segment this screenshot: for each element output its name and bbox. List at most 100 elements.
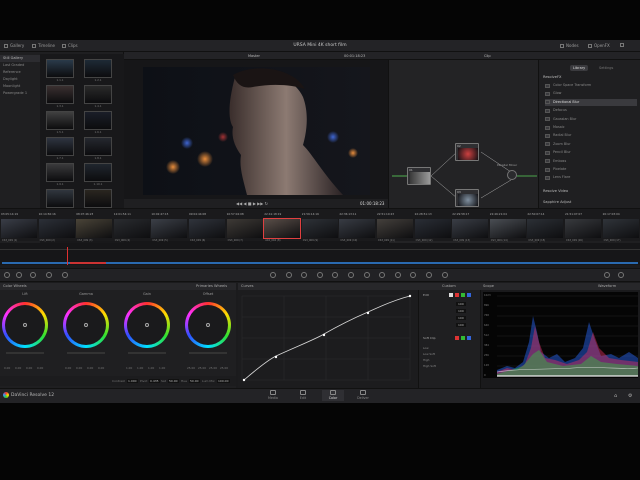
clip-thumbnail[interactable]: 22:51:10:23 CS3_009 (11) (377, 212, 413, 242)
tool-icon[interactable] (16, 272, 22, 278)
mini-timeline[interactable] (0, 243, 640, 265)
wheel-value[interactable]: 0.00 (4, 366, 10, 370)
clip-thumbnail[interactable]: 10:14:56:16 CS3_009 (2) (38, 212, 75, 242)
library-item[interactable]: Glow (545, 90, 637, 97)
contrast-value[interactable]: 1.000 (127, 379, 138, 383)
wheel-value[interactable]: 1.00 (126, 366, 132, 370)
tool-icon[interactable] (441, 272, 448, 278)
channel-red-toggle[interactable] (455, 293, 459, 297)
gallery-still[interactable]: 1.9.1 (46, 163, 74, 186)
wheel-value[interactable]: 0.00 (65, 366, 71, 370)
gallery-still[interactable]: 1.6.1 (84, 111, 112, 134)
curves-graph[interactable] (238, 290, 418, 382)
soft-clip-blue[interactable] (467, 336, 471, 340)
album-item[interactable]: Moonlight (0, 83, 40, 90)
clip-thumbnail[interactable]: 22:41:18:19 A16_004 (8) (263, 212, 302, 242)
wheel-value[interactable]: 0.00 (87, 366, 93, 370)
playhead[interactable] (67, 247, 68, 265)
lightbox-button[interactable] (620, 43, 624, 47)
nodes-button[interactable]: Nodes (560, 43, 579, 48)
node-02[interactable]: 02 (455, 143, 479, 161)
clip-thumbnail[interactable]: 22:50:07:14 CS3_009 (15) (527, 212, 564, 242)
hue-value[interactable]: 50.00 (189, 379, 200, 383)
library-item[interactable]: Mosaic (545, 124, 637, 131)
page-tab-edit[interactable]: Edit (292, 390, 314, 401)
curves-panel[interactable] (238, 290, 418, 388)
tab-library[interactable]: Library (570, 65, 589, 71)
clip-thumbnail[interactable]: 03:05:14:19 CS3_009 (1) (1, 212, 37, 242)
tool-icon[interactable] (363, 272, 370, 278)
transport-controls-icon[interactable]: ◀◀ ◀ ■ ▶ ▶▶ ↻ (236, 201, 268, 206)
wheel-value[interactable]: 25.00 (187, 366, 195, 370)
tool-icon[interactable] (604, 272, 610, 278)
wheel-puck[interactable] (206, 323, 210, 327)
viewer-frame[interactable] (143, 67, 370, 195)
album-item[interactable]: Last Graded (0, 62, 40, 69)
wheel-puck[interactable] (84, 323, 88, 327)
gallery-still[interactable]: 1.11.1 (46, 189, 74, 212)
gallery-still[interactable]: 1.10.1 (84, 163, 112, 186)
sat-value[interactable]: 50.00 (168, 379, 179, 383)
clip-thumbnail[interactable]: 21:51:07:07 CS3_009 (16) (565, 212, 601, 242)
lum-mix-value[interactable]: 100.00 (217, 379, 230, 383)
color-wheel-gamma[interactable] (63, 302, 109, 348)
wheel-value[interactable]: 1.00 (159, 366, 165, 370)
wheel-value[interactable]: 25.00 (198, 366, 206, 370)
openfx-button[interactable]: OpenFX (588, 43, 610, 48)
clip-thumbnail[interactable]: 20:17:03:04 CS3_009 (17) (602, 212, 639, 242)
custom-value[interactable]: 100 (456, 323, 466, 327)
master-wheel-slider[interactable] (128, 352, 166, 354)
wheel-value[interactable]: 0.00 (98, 366, 104, 370)
tool-icon[interactable] (348, 272, 354, 278)
gallery-still[interactable]: 1.8.1 (84, 137, 112, 160)
wheels-mode-select[interactable]: Primaries Wheels (196, 283, 227, 290)
library-item[interactable]: Radial Blur (545, 132, 637, 139)
library-item[interactable]: Directional Blur (545, 98, 637, 106)
custom-value[interactable]: 100 (456, 316, 466, 320)
wheel-value[interactable]: 1.00 (137, 366, 143, 370)
tool-icon[interactable] (316, 272, 323, 278)
library-item[interactable]: Pencil Blur (545, 149, 637, 156)
gallery-still[interactable]: 1.4.1 (84, 85, 112, 108)
tool-icon[interactable] (426, 272, 432, 278)
master-wheel-slider[interactable] (67, 352, 105, 354)
tool-icon[interactable] (285, 272, 292, 278)
soft-clip-red[interactable] (455, 336, 459, 340)
tool-icon[interactable] (270, 272, 276, 278)
clip-thumbnail[interactable]: 10:02:47:15 CS3_009 (5) (151, 212, 188, 242)
color-wheel-lift[interactable] (2, 302, 48, 348)
color-wheel-gain[interactable] (124, 302, 170, 348)
wheel-value[interactable]: 0.00 (15, 366, 21, 370)
wheel-puck[interactable] (145, 323, 149, 327)
wheel-value[interactable]: 25.00 (209, 366, 217, 370)
wheel-value[interactable]: 0.00 (26, 366, 32, 370)
custom-value[interactable]: 100 (456, 309, 466, 313)
clip-thumbnail[interactable]: 12:01:54:11 CS3_009 (4) (113, 212, 150, 242)
node-03[interactable]: 03 (455, 189, 479, 207)
scope-mode-select[interactable]: Waveform (598, 283, 616, 290)
album-item[interactable]: Powergrade 1 (0, 90, 40, 97)
tool-icon[interactable] (30, 272, 36, 278)
gallery-still[interactable]: 1.2.1 (84, 59, 112, 82)
library-item[interactable]: Defocus (545, 107, 637, 114)
clip-thumbnail[interactable]: 08:07:46:23 CS3_009 (3) (76, 212, 113, 242)
wheel-value[interactable]: 1.00 (148, 366, 154, 370)
clip-thumbnail[interactable]: 09:04:44:08 CS3_009 (6) (189, 212, 225, 242)
clip-thumbnail[interactable]: 22:46:21:04 CS3_009 (14) (489, 212, 526, 242)
library-item[interactable]: Color Space Transform (545, 82, 637, 89)
wheel-value[interactable]: 0.00 (76, 366, 82, 370)
clip-thumbnail[interactable]: 10:57:04:08 CS3_009 (7) (226, 212, 263, 242)
clip-thumbnail[interactable]: 22:29:58:17 CS3_009 (13) (452, 212, 489, 242)
pivot-value[interactable]: 0.435 (149, 379, 160, 383)
color-wheel-offset[interactable] (185, 302, 231, 348)
tool-icon[interactable] (394, 272, 401, 278)
library-item-sapphire[interactable]: Sapphire Adjust (543, 200, 571, 204)
node-01[interactable]: 01 (407, 167, 431, 185)
library-item[interactable]: Emboss (545, 158, 637, 165)
gallery-still[interactable]: 1.3.1 (46, 85, 74, 108)
gallery-still[interactable]: 1.12.1 (84, 189, 112, 212)
clip-thumbnail[interactable]: 22:28:51:13 CS3_009 (12) (414, 212, 451, 242)
channel-blue-toggle[interactable] (467, 293, 471, 297)
library-item[interactable]: Gaussian Blur (545, 116, 637, 123)
channel-white-toggle[interactable] (449, 293, 453, 297)
